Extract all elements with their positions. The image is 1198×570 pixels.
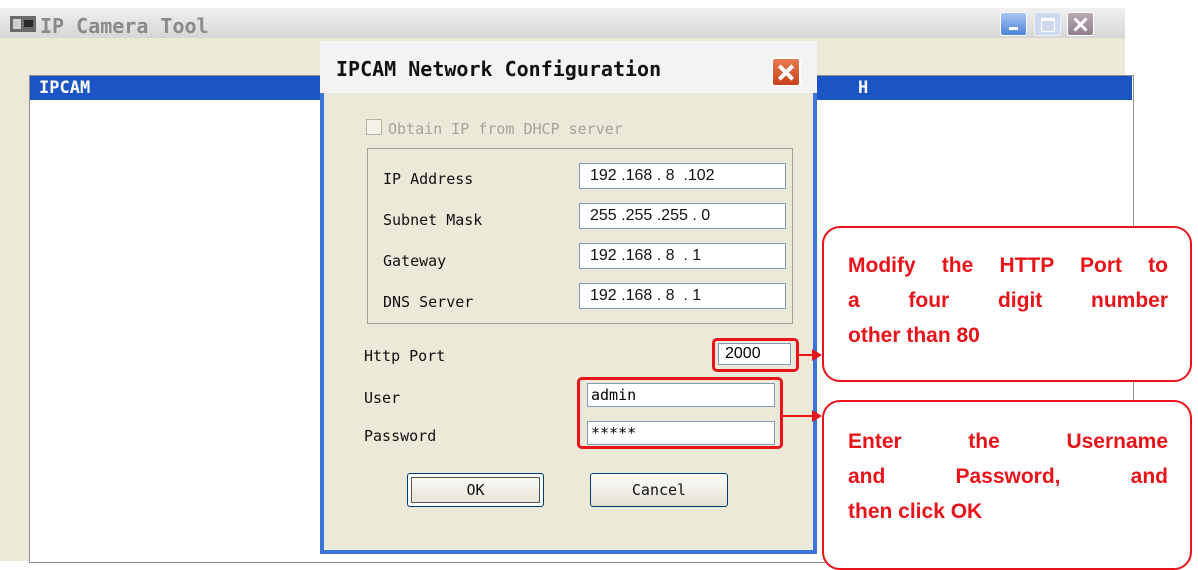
dns-server-label: DNS Server (383, 293, 474, 311)
login-arrow-head (812, 410, 822, 422)
ok-button[interactable]: OK (407, 473, 544, 507)
dialog-close-icon[interactable] (771, 57, 801, 87)
cancel-button[interactable]: Cancel (590, 473, 728, 507)
camera-app-icon (10, 16, 36, 32)
dhcp-checkbox[interactable] (366, 119, 382, 135)
login-arrow-line (783, 415, 813, 417)
port-callout-line-2: a four digit number (848, 289, 1168, 312)
port-callout: Modify the HTTP Port to a four digit num… (822, 226, 1192, 382)
minimize-button[interactable] (1000, 12, 1027, 36)
login-callout-line-2: and Password, and (848, 465, 1168, 488)
credentials-highlight (577, 377, 783, 449)
ip-address-field[interactable]: 192 .168 . 8 .102 (579, 163, 786, 189)
http-port-label: Http Port (364, 347, 446, 365)
dns-server-field[interactable]: 192 .168 . 8 . 1 (579, 283, 786, 309)
port-arrow-line (799, 354, 813, 356)
login-callout: Enter the Username and Password, and the… (822, 400, 1192, 570)
port-arrow-head (812, 349, 822, 361)
dhcp-label: Obtain IP from DHCP server (388, 120, 623, 138)
gateway-label: Gateway (383, 252, 447, 270)
list-column-h[interactable]: H (858, 78, 868, 98)
maximize-button[interactable] (1034, 12, 1061, 36)
list-column-ipcam[interactable]: IPCAM (39, 78, 90, 98)
subnet-mask-field[interactable]: 255 .255 .255 . 0 (579, 203, 786, 229)
port-callout-line-1: Modify the HTTP Port to (848, 254, 1168, 277)
dialog-title: IPCAM Network Configuration (336, 57, 662, 81)
ip-address-label: IP Address (383, 170, 474, 188)
gateway-field[interactable]: 192 .168 . 8 . 1 (579, 243, 786, 269)
login-callout-line-1: Enter the Username (848, 430, 1168, 453)
close-icon[interactable] (1067, 12, 1094, 36)
user-label: User (364, 389, 401, 407)
password-label: Password (364, 427, 437, 445)
http-port-highlight (712, 338, 799, 372)
main-window-title: IP Camera Tool (40, 14, 209, 38)
subnet-mask-label: Subnet Mask (383, 211, 483, 229)
